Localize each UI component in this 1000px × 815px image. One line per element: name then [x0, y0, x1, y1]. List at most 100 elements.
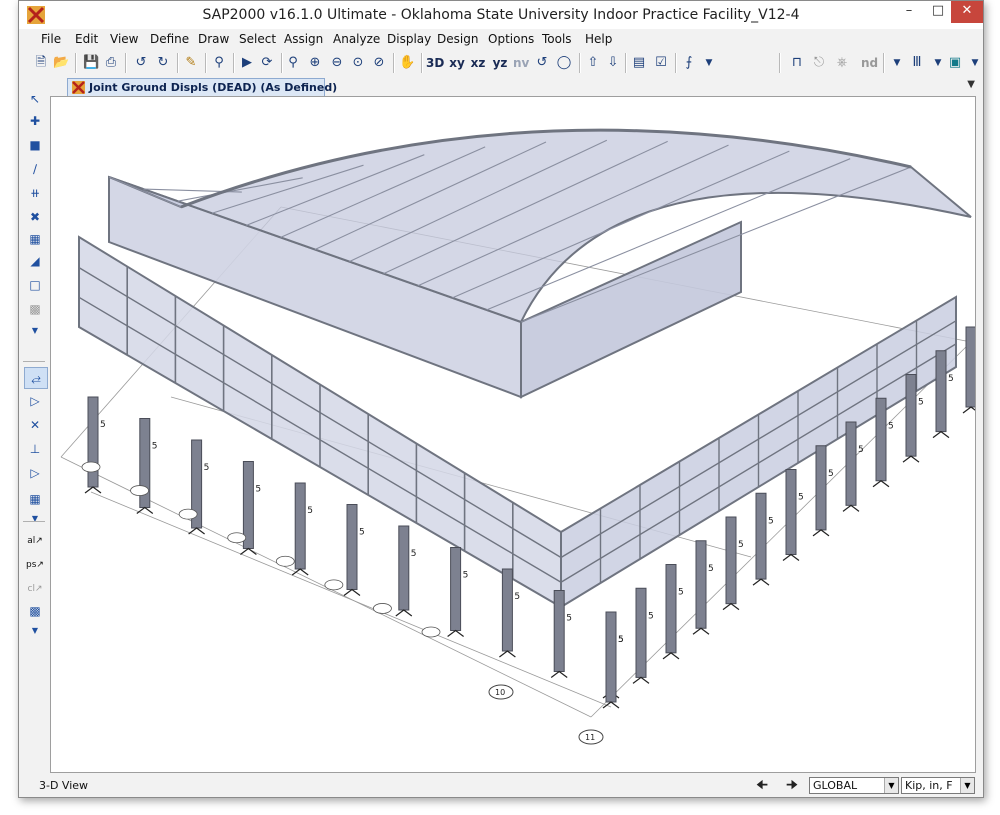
screen-chevron-down-icon[interactable]: ▼ [967, 52, 983, 74]
node-label-button[interactable]: nd [861, 52, 878, 74]
check-icon[interactable]: ☑ [653, 52, 669, 74]
display-screen-icon[interactable]: ▣ [947, 52, 963, 74]
draw-rectangle-icon[interactable]: □ [24, 275, 46, 295]
support-column [605, 611, 617, 703]
title-bar[interactable]: SAP2000 v16.1.0 Ultimate - Oklahoma Stat… [19, 1, 983, 29]
zoom-window-icon[interactable]: ⚲ [285, 52, 301, 74]
intersecting-line-select-icon[interactable]: ▩ [24, 601, 46, 621]
view-nv-button[interactable]: nv [513, 52, 529, 74]
assign-icon[interactable]: ⨍ [681, 52, 697, 74]
snap-grid-icon[interactable]: ▦ [24, 489, 46, 509]
snap-perpendicular-icon[interactable]: ⊥ [24, 439, 46, 459]
pointer-icon[interactable]: ↖ [24, 89, 46, 109]
pin-support [812, 529, 830, 537]
menu-display[interactable]: Display [387, 32, 431, 46]
snap-chevron-down-icon[interactable]: ▼ [24, 509, 46, 529]
menu-draw[interactable]: Draw [198, 32, 229, 46]
menu-edit[interactable]: Edit [75, 32, 98, 46]
model-viewport[interactable]: 5555555555555555555555551011 [50, 96, 976, 773]
menu-options[interactable]: Options [488, 32, 534, 46]
draw-solid-icon[interactable]: ▩ [24, 299, 46, 319]
undo-icon[interactable]: ↺ [133, 52, 149, 74]
snap-line-icon[interactable]: ▷ [24, 463, 46, 483]
support-label: 5 [307, 506, 313, 516]
previous-view-arrow-left-icon[interactable]: 🠈 [751, 777, 773, 795]
run-icon[interactable]: ▶ [239, 52, 255, 74]
support-column [294, 482, 306, 570]
support-column [815, 445, 827, 531]
assign-dropdown-chevron-down-icon[interactable]: ▼ [701, 52, 717, 74]
menu-design[interactable]: Design [437, 32, 478, 46]
view-yz-button[interactable]: yz [492, 52, 508, 74]
select-previous-icon[interactable]: ps↗ [24, 555, 46, 575]
down-arrow-icon[interactable]: ⇩ [605, 52, 621, 74]
next-view-arrow-right-icon[interactable]: 🠊 [781, 777, 803, 795]
tab-list-chevron-down-icon[interactable]: ▼ [967, 79, 975, 90]
draw-secondary-beam-icon[interactable]: ▦ [24, 229, 46, 249]
view-xy-button[interactable]: xy [449, 52, 465, 74]
toolbar-divider [281, 53, 283, 73]
draw-chevron-down-icon[interactable]: ▼ [24, 321, 46, 341]
select-chevron-down-icon[interactable]: ▼ [24, 621, 46, 641]
perspective-icon[interactable]: ◯ [556, 52, 572, 74]
menu-assign[interactable]: Assign [284, 32, 323, 46]
more-chevron-down-icon[interactable]: ▼ [889, 52, 905, 74]
units-select[interactable]: Kip, in, F ▼ [901, 777, 975, 794]
menu-define[interactable]: Define [150, 32, 189, 46]
support-column [450, 547, 462, 631]
grid-bubble-label: 10 [495, 688, 505, 697]
pan-icon[interactable]: ✋ [399, 52, 415, 74]
menu-tools[interactable]: Tools [542, 32, 572, 46]
open-file-icon[interactable]: 📂 [53, 52, 69, 74]
snap-point-icon[interactable]: ⥄ [24, 367, 48, 389]
section-chevron-down-icon[interactable]: ▼ [930, 52, 946, 74]
frame-icon[interactable]: ⊓ [789, 52, 805, 74]
lock-icon[interactable]: ⚲ [211, 52, 227, 74]
draw-area-icon[interactable]: ◢ [24, 251, 46, 271]
new-file-icon[interactable]: 🗎 [33, 52, 49, 74]
print-icon[interactable]: ⎙ [103, 52, 119, 74]
zoom-out-icon[interactable]: ⊖ [329, 52, 345, 74]
select-all-icon[interactable]: al↗ [24, 531, 46, 551]
snap-end-icon[interactable]: ▷ [24, 391, 46, 411]
save-icon[interactable]: 💾 [83, 52, 99, 74]
quick-draw-frame-icon[interactable]: ⧺ [24, 183, 46, 203]
arch-icon[interactable]: ⎈ [834, 52, 850, 74]
support-label: 5 [828, 469, 834, 479]
minimize-button[interactable]: – [895, 1, 923, 23]
truss-icon[interactable]: ⎋ [811, 52, 827, 74]
toolbar-divider [75, 53, 77, 73]
rotate-view-icon[interactable]: ↺ [534, 52, 550, 74]
display-options-icon[interactable]: ▤ [631, 52, 647, 74]
menu-select[interactable]: Select [239, 32, 276, 46]
zoom-in-icon[interactable]: ⊕ [307, 52, 323, 74]
menu-help[interactable]: Help [585, 32, 612, 46]
pencil-icon[interactable]: ✎ [183, 52, 199, 74]
maximize-button[interactable]: □ [925, 1, 951, 23]
menu-analyze[interactable]: Analyze [333, 32, 380, 46]
redo-icon[interactable]: ↻ [155, 52, 171, 74]
3d-view-icon[interactable]: 3D [426, 52, 444, 74]
view-xz-button[interactable]: xz [470, 52, 486, 74]
support-label: 5 [948, 374, 954, 384]
section-i-beam-icon[interactable]: Ⅲ [909, 52, 925, 74]
reshape-icon[interactable]: ✚ [24, 111, 46, 131]
zoom-fit-icon[interactable]: ⊙ [350, 52, 366, 74]
tab-joint-ground-displs[interactable]: Joint Ground Displs (DEAD) (As Defined) [67, 78, 337, 96]
close-button[interactable]: ✕ [951, 1, 983, 23]
menu-file[interactable]: File [41, 32, 61, 46]
draw-joint-icon[interactable]: ■ [24, 135, 46, 155]
draw-frame-icon[interactable]: ∕ [24, 159, 46, 179]
snap-intersection-icon[interactable]: ✕ [24, 415, 46, 435]
support-column [785, 469, 797, 555]
draw-brace-icon[interactable]: ✖ [24, 207, 46, 227]
up-arrow-icon[interactable]: ⇧ [585, 52, 601, 74]
clear-selection-icon[interactable]: cl↗ [24, 579, 46, 599]
structural-model-3d: 5555555555555555555555551011 [60, 128, 975, 745]
zoom-previous-icon[interactable]: ⊘ [371, 52, 387, 74]
support-label: 5 [152, 442, 158, 452]
menu-view[interactable]: View [110, 32, 138, 46]
run-live-icon[interactable]: ⟳ [259, 52, 275, 74]
grid-bubble [324, 579, 344, 591]
coordinate-system-select[interactable]: GLOBAL ▼ [809, 777, 899, 794]
